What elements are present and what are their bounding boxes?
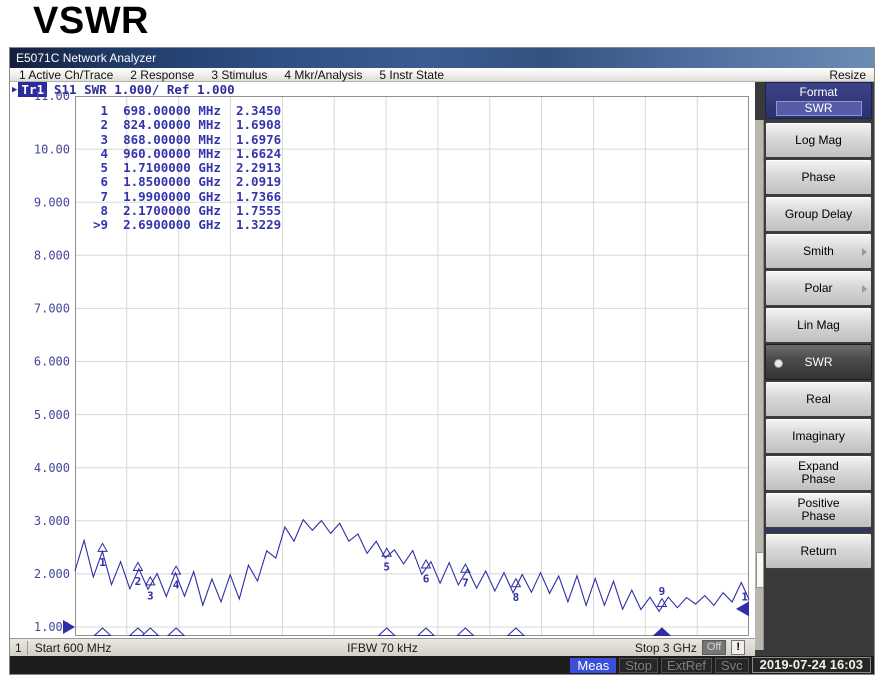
trace1-end-label: 1 bbox=[741, 590, 748, 603]
start-frequency-readout: Start 600 MHz bbox=[35, 641, 112, 655]
svg-text:7: 7 bbox=[462, 577, 469, 590]
softkey-buttons: Format SWR Log Mag Phase Group Delay Smith P… bbox=[765, 82, 872, 570]
format-button-imaginary[interactable]: Imaginary bbox=[765, 418, 872, 454]
svg-text:10.00: 10.00 bbox=[34, 142, 70, 156]
svg-text:8.000: 8.000 bbox=[34, 249, 70, 263]
format-button-real[interactable]: Real bbox=[765, 381, 872, 417]
stop-frequency-group: Stop 3 GHz Off ! bbox=[635, 640, 755, 655]
window-titlebar: E5071C Network Analyzer bbox=[10, 48, 874, 68]
menu-items: 1 Active Ch/Trace 2 Response 3 Stimulus 4 M… bbox=[10, 68, 444, 82]
softkey-label: Real bbox=[806, 393, 831, 406]
svg-text:7.000: 7.000 bbox=[34, 302, 70, 316]
softkey-divider bbox=[765, 529, 872, 531]
svg-text:2.000: 2.000 bbox=[34, 567, 70, 581]
off-badge: Off bbox=[702, 640, 726, 655]
format-current-value: SWR bbox=[776, 101, 862, 116]
svc-indicator: Svc bbox=[715, 658, 749, 673]
softkey-label: Lin Mag bbox=[797, 319, 840, 332]
extref-indicator: ExtRef bbox=[661, 658, 712, 673]
stimulus-status-strip: 1 Start 600 MHz IFBW 70 kHz Stop 3 GHz O… bbox=[10, 638, 755, 656]
format-button-lin-mag[interactable]: Lin Mag bbox=[765, 307, 872, 343]
page-title: VSWR bbox=[33, 0, 149, 43]
submenu-arrow-icon bbox=[862, 285, 867, 293]
format-button-return[interactable]: Return bbox=[765, 533, 872, 569]
softkey-label: Return bbox=[800, 545, 836, 558]
screenshot-page: VSWR E5071C Network Analyzer 1 Active Ch… bbox=[0, 0, 889, 685]
svg-text:2: 2 bbox=[135, 575, 142, 588]
svg-text:4: 4 bbox=[173, 579, 180, 592]
format-button-polar[interactable]: Polar bbox=[765, 270, 872, 306]
warning-indicator: ! bbox=[731, 640, 745, 655]
softkey-label: Phase bbox=[801, 171, 835, 184]
svg-text:3.000: 3.000 bbox=[34, 514, 70, 528]
svg-text:6.000: 6.000 bbox=[34, 355, 70, 369]
format-button-expand-phase[interactable]: Expand Phase bbox=[765, 455, 872, 491]
softkey-label: Polar bbox=[804, 282, 832, 295]
softkey-label: Imaginary bbox=[792, 430, 845, 443]
svg-text:5.000: 5.000 bbox=[34, 408, 70, 422]
format-button-smith[interactable]: Smith bbox=[765, 233, 872, 269]
softkey-label: Smith bbox=[803, 245, 834, 258]
svg-text:5: 5 bbox=[383, 561, 390, 574]
window-title: E5071C Network Analyzer bbox=[10, 51, 156, 65]
svg-text:8: 8 bbox=[513, 591, 520, 604]
softkey-menu: Format SWR Log Mag Phase Group Delay Smith P… bbox=[755, 82, 874, 656]
softkey-label: Expand Phase bbox=[798, 460, 839, 486]
svg-text:1: 1 bbox=[99, 556, 106, 569]
menu-item-2-response[interactable]: 2 Response bbox=[130, 68, 194, 82]
format-menu-title: Format bbox=[766, 85, 871, 99]
analyzer-window: E5071C Network Analyzer 1 Active Ch/Trac… bbox=[10, 48, 874, 674]
stop-indicator: Stop bbox=[619, 658, 658, 673]
softkey-label: SWR bbox=[805, 356, 833, 369]
meas-status-badge: Meas bbox=[570, 658, 616, 673]
submenu-arrow-icon bbox=[862, 248, 867, 256]
svg-text:9: 9 bbox=[659, 585, 666, 598]
menu-item-3-stimulus[interactable]: 3 Stimulus bbox=[211, 68, 267, 82]
svg-text:11.00: 11.00 bbox=[34, 89, 70, 103]
menu-item-1-active-ch-trace[interactable]: 1 Active Ch/Trace bbox=[19, 68, 113, 82]
softkey-label: Group Delay bbox=[785, 208, 852, 221]
selected-bullet-icon bbox=[774, 359, 783, 368]
format-menu-header: Format SWR bbox=[765, 82, 872, 119]
svg-text:4.000: 4.000 bbox=[34, 461, 70, 475]
menu-item-resize[interactable]: Resize bbox=[829, 68, 874, 82]
channel-number: 1 bbox=[10, 641, 28, 655]
softkey-label: Positive Phase bbox=[797, 497, 839, 523]
instrument-status-bar: Meas Stop ExtRef Svc 2019-07-24 16:03 bbox=[10, 656, 874, 674]
scrollbar-thumb[interactable] bbox=[756, 552, 764, 588]
format-button-log-mag[interactable]: Log Mag bbox=[765, 122, 872, 158]
softkey-label: Log Mag bbox=[795, 134, 842, 147]
stop-frequency-readout: Stop 3 GHz bbox=[635, 641, 697, 655]
ifbw-readout: IFBW 70 kHz bbox=[347, 641, 418, 655]
format-button-phase[interactable]: Phase bbox=[765, 159, 872, 195]
datetime-readout: 2019-07-24 16:03 bbox=[752, 657, 871, 673]
menu-item-5-instr-state[interactable]: 5 Instr State bbox=[379, 68, 444, 82]
format-button-list: Log Mag Phase Group Delay Smith Polar Lin Mag… bbox=[765, 122, 872, 569]
svg-text:3: 3 bbox=[147, 589, 154, 602]
format-button-swr[interactable]: SWR bbox=[765, 344, 872, 380]
svg-text:9.000: 9.000 bbox=[34, 195, 70, 209]
menu-item-4-mkr-analysis[interactable]: 4 Mkr/Analysis bbox=[284, 68, 362, 82]
softkey-scrollbar[interactable] bbox=[755, 120, 764, 650]
marker-table: 1 698.00000 MHz 2.3450 2 824.00000 MHz 1… bbox=[93, 104, 281, 233]
svg-text:6: 6 bbox=[423, 573, 430, 586]
menu-bar: 1 Active Ch/Trace 2 Response 3 Stimulus 4 M… bbox=[10, 68, 874, 82]
format-button-group-delay[interactable]: Group Delay bbox=[765, 196, 872, 232]
format-button-positive-phase[interactable]: Positive Phase bbox=[765, 492, 872, 528]
display-area: ▶ Tr1 S11 SWR 1.000/ Ref 1.000 11.0010.0… bbox=[10, 82, 755, 656]
